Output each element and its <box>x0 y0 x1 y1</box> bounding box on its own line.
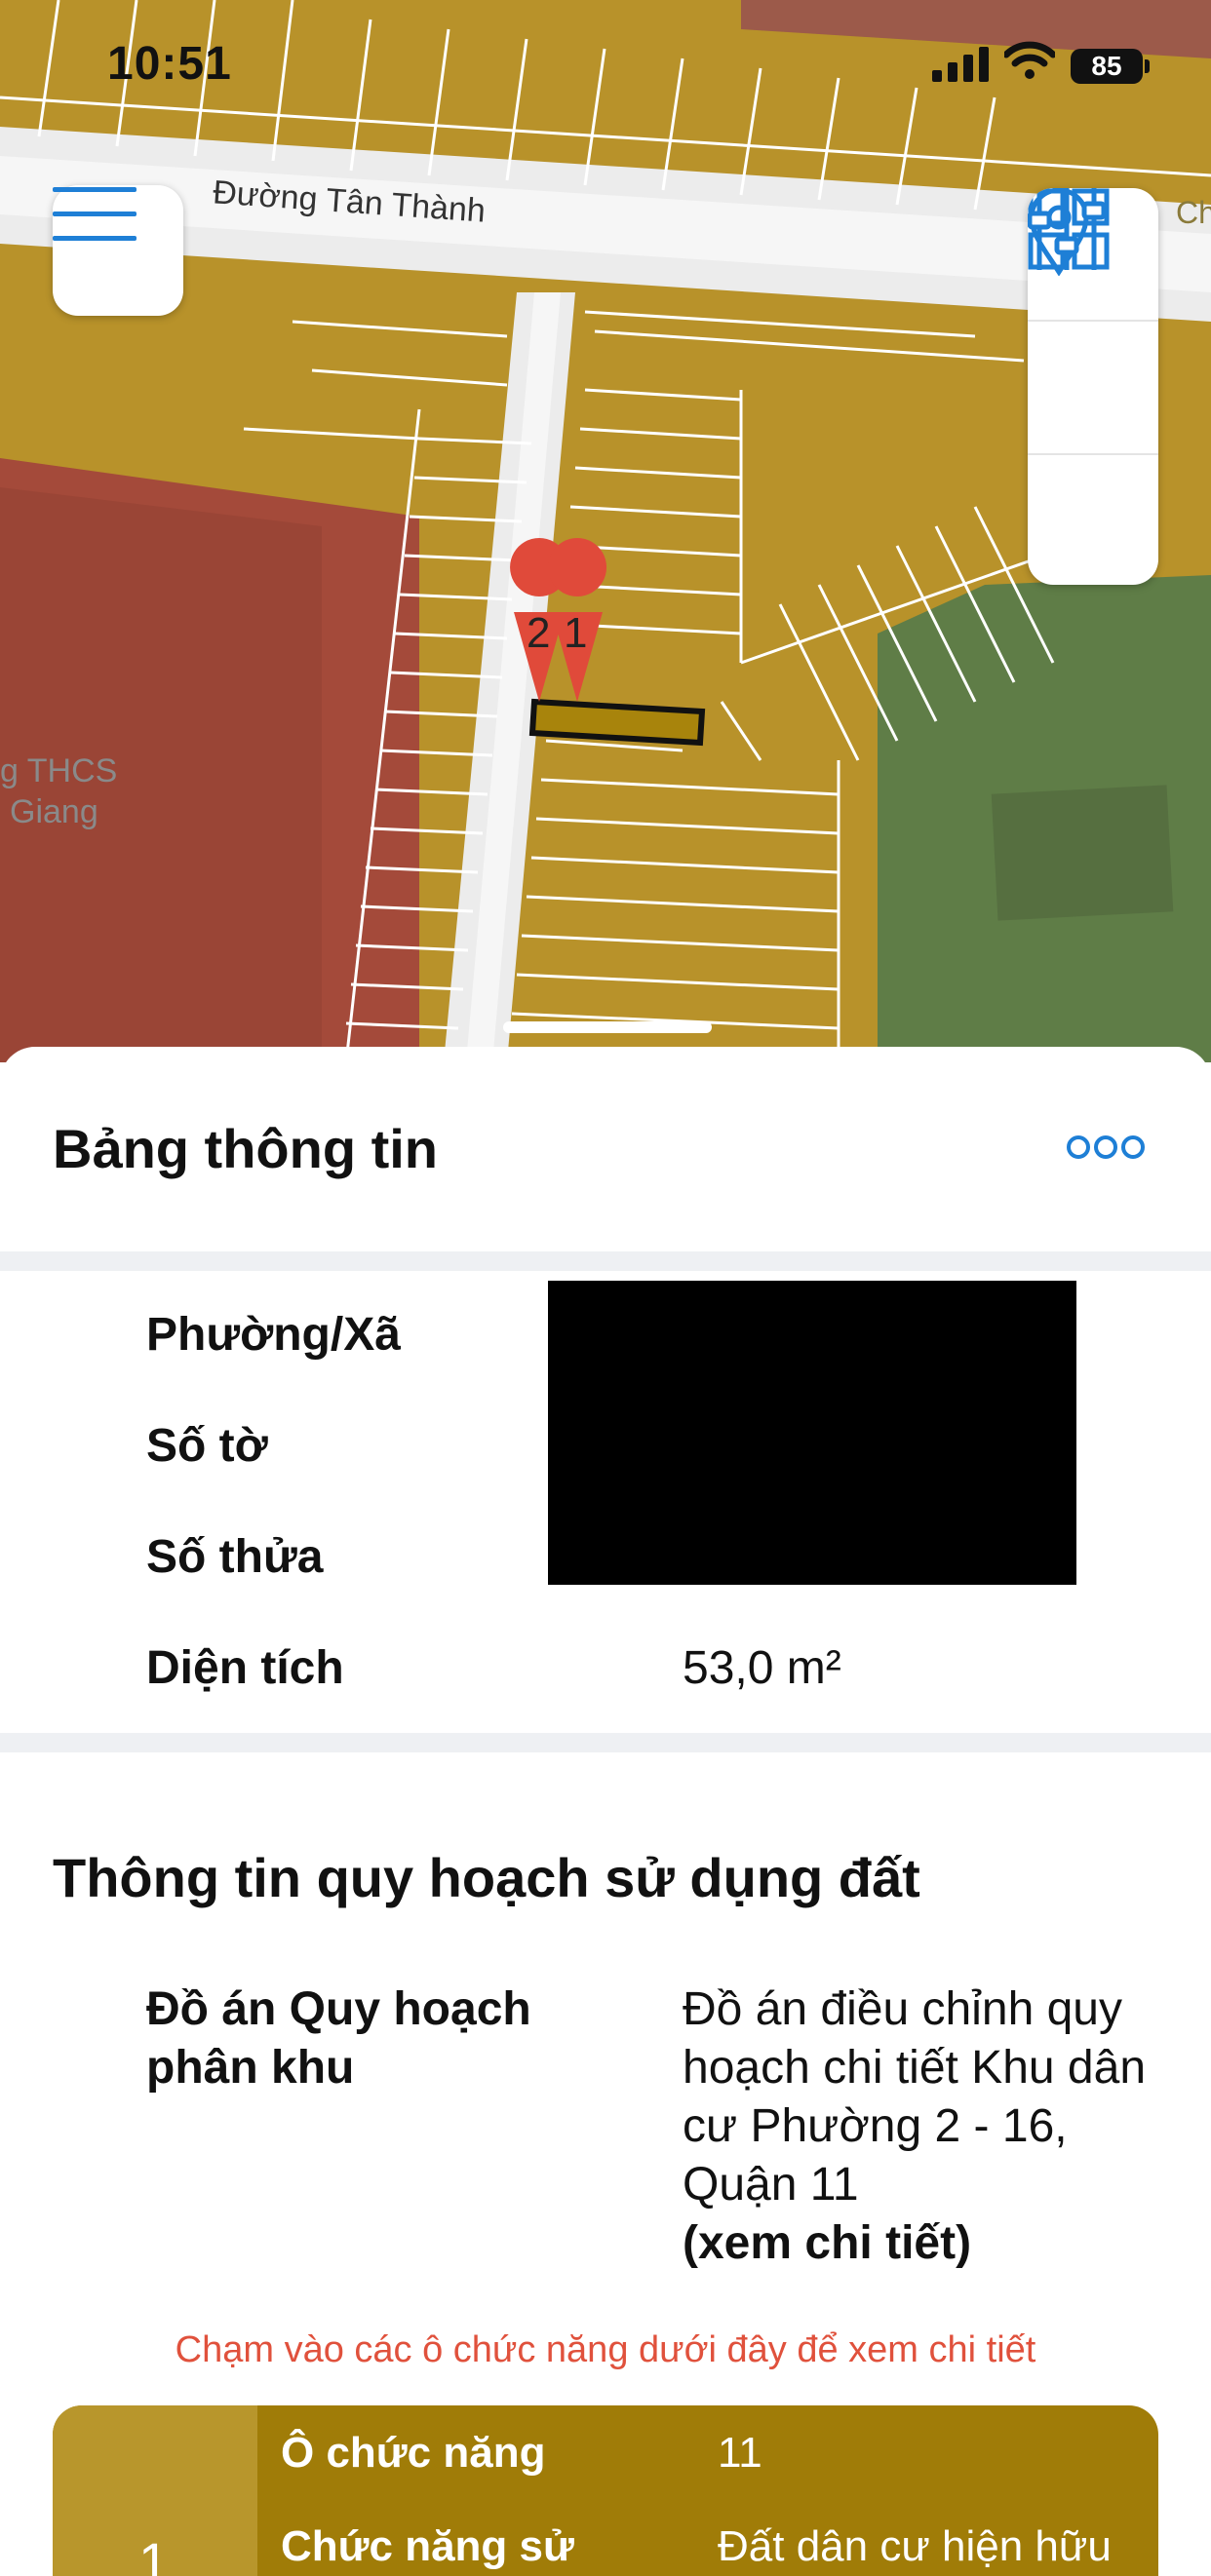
cellular-signal-icon <box>932 47 989 82</box>
hamburger-icon <box>53 187 137 241</box>
poi-label: g THCS Giang <box>0 752 118 830</box>
battery-nub <box>1145 59 1150 73</box>
edge-map-label: Ch <box>1176 195 1211 230</box>
selected-parcel[interactable] <box>528 698 706 747</box>
land-use-value: Đất dân cư hiện hữu <box>718 2522 1112 2570</box>
map-view[interactable]: 2 1 Đường Tân Thành g THCS Giang Ch <box>0 0 1211 1062</box>
svg-text:1: 1 <box>564 609 587 657</box>
function-index-column: 1 <box>53 2405 257 2576</box>
function-zone-card[interactable]: 1 Ô chức năng 11 Chức năng sử Đất dân cư… <box>53 2405 1158 2576</box>
my-location-button[interactable] <box>1028 188 1158 455</box>
function-index: 1 <box>138 2531 170 2576</box>
section-divider <box>0 1733 1211 1752</box>
map-tools <box>1028 188 1158 585</box>
status-bar: 10:51 85 <box>0 0 1211 127</box>
section-divider <box>0 1251 1211 1271</box>
sliders-icon <box>1028 188 1106 270</box>
planning-section-title: Thông tin quy hoạch sử dụng đất <box>53 1847 920 1908</box>
plan-value: Đồ án điều chỉnh quy hoạch chi tiết Khu … <box>683 1980 1180 2273</box>
svg-text:2: 2 <box>527 609 550 657</box>
info-row-area: Diện tích 53,0 m² <box>146 1642 841 1694</box>
function-zone-label: Ô chức năng <box>281 2429 546 2477</box>
status-time: 10:51 <box>107 38 232 90</box>
more-options-icon[interactable] <box>1067 1133 1145 1162</box>
battery-indicator: 85 <box>1071 49 1143 84</box>
sheet-drag-handle[interactable] <box>503 1021 712 1033</box>
info-panel[interactable]: Bảng thông tin Phường/Xã Số tờ Số thửa D… <box>0 1047 1211 2576</box>
filter-button[interactable] <box>1028 188 1158 585</box>
redacted-block <box>548 1281 1076 1585</box>
menu-button[interactable] <box>53 185 183 316</box>
function-zone-value: 11 <box>718 2429 762 2477</box>
view-detail-link[interactable]: (xem chi tiết) <box>683 2214 1180 2273</box>
panel-header: Bảng thông tin <box>0 1047 1211 1251</box>
wifi-icon <box>1004 41 1055 79</box>
land-use-label: Chức năng sử <box>281 2522 574 2570</box>
hint-text: Chạm vào các ô chức năng dưới đây để xem… <box>175 2329 1036 2370</box>
panel-title: Bảng thông tin <box>53 1118 439 1179</box>
plan-label: Đồ án Quy hoạch phân khu <box>146 1983 531 2094</box>
